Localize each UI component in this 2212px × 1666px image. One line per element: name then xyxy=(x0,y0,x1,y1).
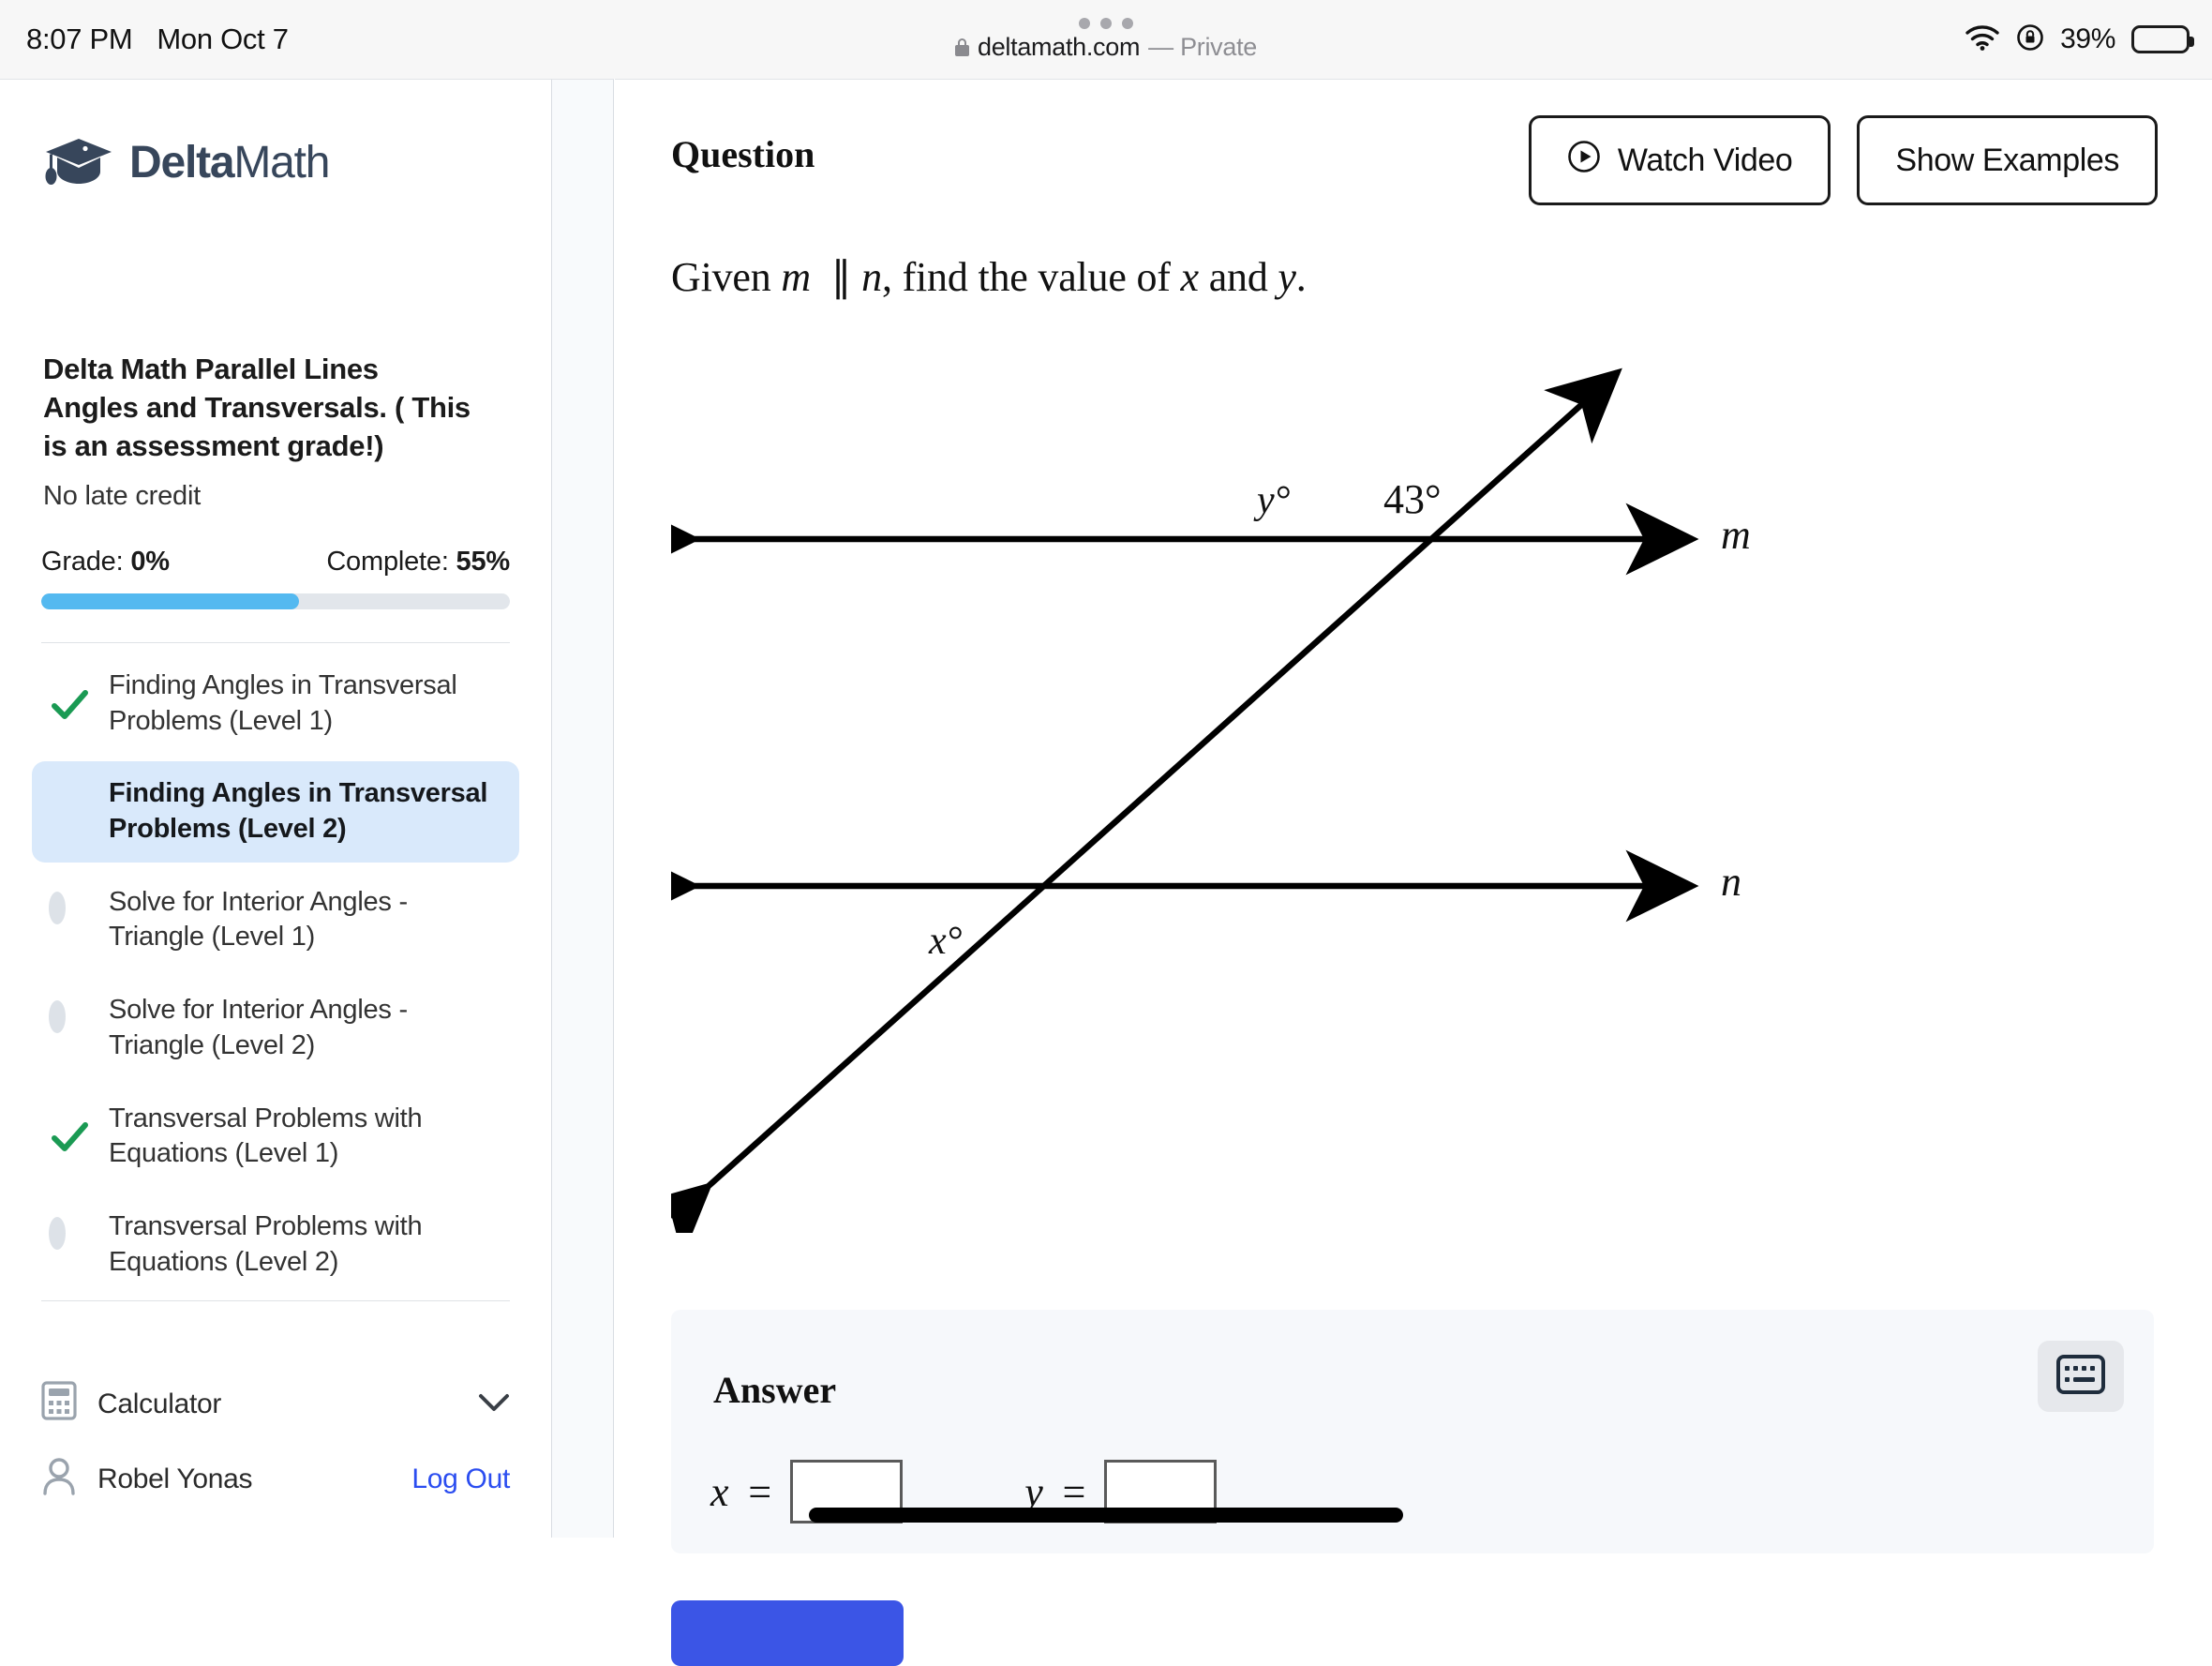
sidebar-item-label: Solve for Interior Angles - Triangle (Le… xyxy=(109,885,502,955)
empty-ring-icon xyxy=(49,900,88,939)
logo-delta: Delta xyxy=(129,138,233,188)
play-circle-icon xyxy=(1567,140,1601,182)
wifi-icon xyxy=(1965,24,2000,55)
transversal-diagram: m n y° 43° x° xyxy=(671,361,2171,1233)
complete-value: 55% xyxy=(456,547,510,577)
sidebar-divider-top xyxy=(41,642,510,643)
check-icon xyxy=(49,684,88,724)
parallel-symbol: ∥ xyxy=(831,254,852,300)
watch-video-button[interactable]: Watch Video xyxy=(1529,115,1831,205)
logo-math: Math xyxy=(233,138,329,188)
question-prompt: Given m ∥ n, find the value of x and y. xyxy=(671,253,1307,301)
angle-label-43: 43° xyxy=(1383,475,1442,523)
home-indicator xyxy=(809,1508,1403,1523)
sidebar-item-label: Transversal Problems with Equations (Lev… xyxy=(109,1209,502,1280)
grade-stat: Grade: 0% xyxy=(41,547,170,578)
main-content: Question Watch Video Show Examples xyxy=(615,79,2212,1538)
calculator-label: Calculator xyxy=(97,1388,221,1420)
header-buttons: Watch Video Show Examples xyxy=(1529,115,2158,205)
sidebar-item-interior-angles-level-2[interactable]: Solve for Interior Angles - Triangle (Le… xyxy=(32,978,519,1078)
battery-percent: 39% xyxy=(2060,23,2115,55)
prompt-var-n: n xyxy=(861,254,882,300)
grade-summary: Grade: 0% Complete: 55% xyxy=(41,547,510,578)
status-bar-right: 39% xyxy=(1965,0,2190,79)
sidebar-item-transversal-equations-level-2[interactable]: Transversal Problems with Equations (Lev… xyxy=(32,1194,519,1295)
rotation-lock-icon xyxy=(2016,23,2044,56)
submit-button[interactable] xyxy=(671,1600,904,1666)
prompt-var-y: y xyxy=(1278,254,1295,300)
show-examples-button[interactable]: Show Examples xyxy=(1857,115,2158,205)
grade-label: Grade: xyxy=(41,547,123,577)
calculator-row[interactable]: Calculator xyxy=(41,1381,510,1428)
ipad-status-bar: 8:07 PM Mon Oct 7 39% xyxy=(0,0,2212,79)
sidebar-item-finding-angles-level-1[interactable]: Finding Angles in Transversal Problems (… xyxy=(32,653,519,754)
angle-label-x: x° xyxy=(929,919,962,964)
calculator-icon xyxy=(41,1381,77,1428)
sidebar-gutter xyxy=(551,79,614,1538)
sidebar-item-finding-angles-level-2[interactable]: Finding Angles in Transversal Problems (… xyxy=(32,761,519,862)
assignment-title: Delta Math Parallel Lines Angles and Tra… xyxy=(43,350,474,466)
sidebar-item-label: Finding Angles in Transversal Problems (… xyxy=(109,776,502,847)
status-date: Mon Oct 7 xyxy=(157,23,288,56)
page-title: Question xyxy=(671,132,815,176)
sidebar-divider-bottom xyxy=(41,1300,510,1301)
empty-ring-icon xyxy=(49,1009,88,1048)
logo-wordmark: DeltaMath xyxy=(129,137,329,188)
prompt-middle: , find the value of xyxy=(882,254,1181,300)
completion-progress-bar xyxy=(41,593,510,609)
completion-progress-fill xyxy=(41,593,299,609)
prompt-prefix: Given xyxy=(671,254,781,300)
sidebar-item-label: Finding Angles in Transversal Problems (… xyxy=(109,668,502,739)
status-time: 8:07 PM xyxy=(26,23,132,56)
status-bar-left: 8:07 PM Mon Oct 7 xyxy=(26,0,289,79)
complete-stat: Complete: 55% xyxy=(326,547,510,578)
show-examples-label: Show Examples xyxy=(1895,143,2119,179)
user-name: Robel Yonas xyxy=(97,1463,252,1495)
user-row: Robel Yonas Log Out xyxy=(41,1456,510,1503)
sidebar-item-label: Solve for Interior Angles - Triangle (Le… xyxy=(109,993,502,1063)
deltamath-logo[interactable]: DeltaMath xyxy=(43,134,329,191)
line-m-label: m xyxy=(1721,511,1751,559)
page-body: DeltaMath Delta Math Parallel Lines Angl… xyxy=(0,79,2212,1538)
question-header: Question Watch Video Show Examples xyxy=(671,115,2158,205)
prompt-var-m: m xyxy=(781,254,811,300)
prompt-suffix: . xyxy=(1296,254,1307,300)
logout-link[interactable]: Log Out xyxy=(411,1463,510,1495)
watch-video-label: Watch Video xyxy=(1618,143,1793,179)
answer-equals-x: = xyxy=(746,1468,774,1516)
late-credit-note: No late credit xyxy=(43,481,201,512)
angle-label-y: y° xyxy=(1257,478,1290,523)
chevron-down-icon[interactable] xyxy=(478,1388,510,1420)
grade-value: 0% xyxy=(130,547,170,577)
answer-label-x: x xyxy=(710,1468,729,1516)
prompt-conj: and xyxy=(1199,254,1278,300)
transversal-line xyxy=(709,372,1618,1186)
sidebar-item-label: Transversal Problems with Equations (Lev… xyxy=(109,1102,502,1172)
person-icon xyxy=(41,1456,77,1503)
progress-ring-icon xyxy=(49,792,88,832)
keyboard-icon xyxy=(2056,1355,2105,1399)
keyboard-toggle-button[interactable] xyxy=(2038,1341,2124,1412)
graduation-cap-icon xyxy=(43,134,114,191)
sidebar-item-transversal-equations-level-1[interactable]: Transversal Problems with Equations (Lev… xyxy=(32,1087,519,1187)
sidebar-item-interior-angles-level-1[interactable]: Solve for Interior Angles - Triangle (Le… xyxy=(32,870,519,970)
line-n-label: n xyxy=(1721,858,1741,906)
sidebar: DeltaMath Delta Math Parallel Lines Angl… xyxy=(0,79,551,1538)
check-icon xyxy=(49,1117,88,1156)
problem-list: Finding Angles in Transversal Problems (… xyxy=(32,653,519,1302)
complete-label: Complete: xyxy=(326,547,448,577)
battery-icon xyxy=(2131,25,2190,53)
answer-heading: Answer xyxy=(713,1368,836,1412)
empty-ring-icon xyxy=(49,1225,88,1265)
prompt-var-x: x xyxy=(1181,254,1199,300)
